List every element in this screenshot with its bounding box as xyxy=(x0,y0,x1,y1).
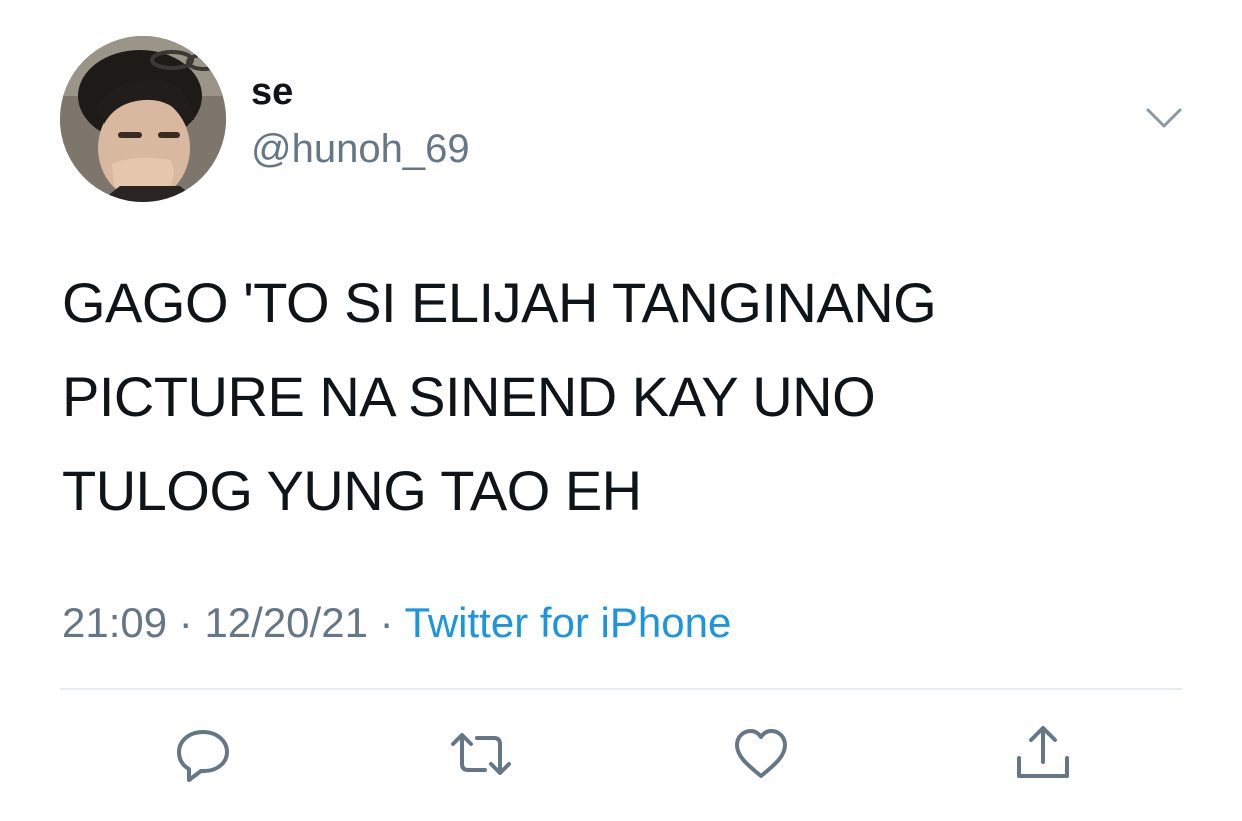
display-name[interactable]: se xyxy=(251,68,293,116)
tweet-menu-button[interactable] xyxy=(1142,100,1186,136)
share-icon xyxy=(1017,726,1069,778)
reply-button[interactable] xyxy=(171,722,235,786)
share-button[interactable] xyxy=(1011,722,1075,786)
meta-separator: · xyxy=(367,599,405,646)
tweet-time: 21:09 xyxy=(62,599,168,646)
action-bar xyxy=(0,722,1242,786)
reply-icon xyxy=(177,730,229,782)
meta-separator: · xyxy=(167,599,205,646)
heart-icon xyxy=(735,729,787,778)
tweet-source-link[interactable]: Twitter for iPhone xyxy=(405,599,732,646)
chevron-down-icon xyxy=(1146,108,1182,128)
profile-photo-icon xyxy=(60,36,226,202)
user-handle[interactable]: @hunoh_69 xyxy=(251,124,470,174)
tweet-meta: 21:09 · 12/20/21 · Twitter for iPhone xyxy=(62,596,731,650)
retweet-icon xyxy=(451,733,511,775)
like-button[interactable] xyxy=(729,722,793,786)
tweet-date: 12/20/21 xyxy=(204,599,368,646)
avatar[interactable] xyxy=(60,36,226,202)
retweet-button[interactable] xyxy=(449,722,513,786)
tweet-text-line: TULOG YUNG TAO EH xyxy=(62,459,642,522)
divider xyxy=(60,688,1182,690)
tweet-text: GAGO 'TO SI ELIJAH TANGINANG PICTURE NA … xyxy=(62,256,1182,538)
tweet-text-line: PICTURE NA SINEND KAY UNO xyxy=(62,365,876,428)
tweet-text-line: GAGO 'TO SI ELIJAH TANGINANG xyxy=(62,271,937,334)
